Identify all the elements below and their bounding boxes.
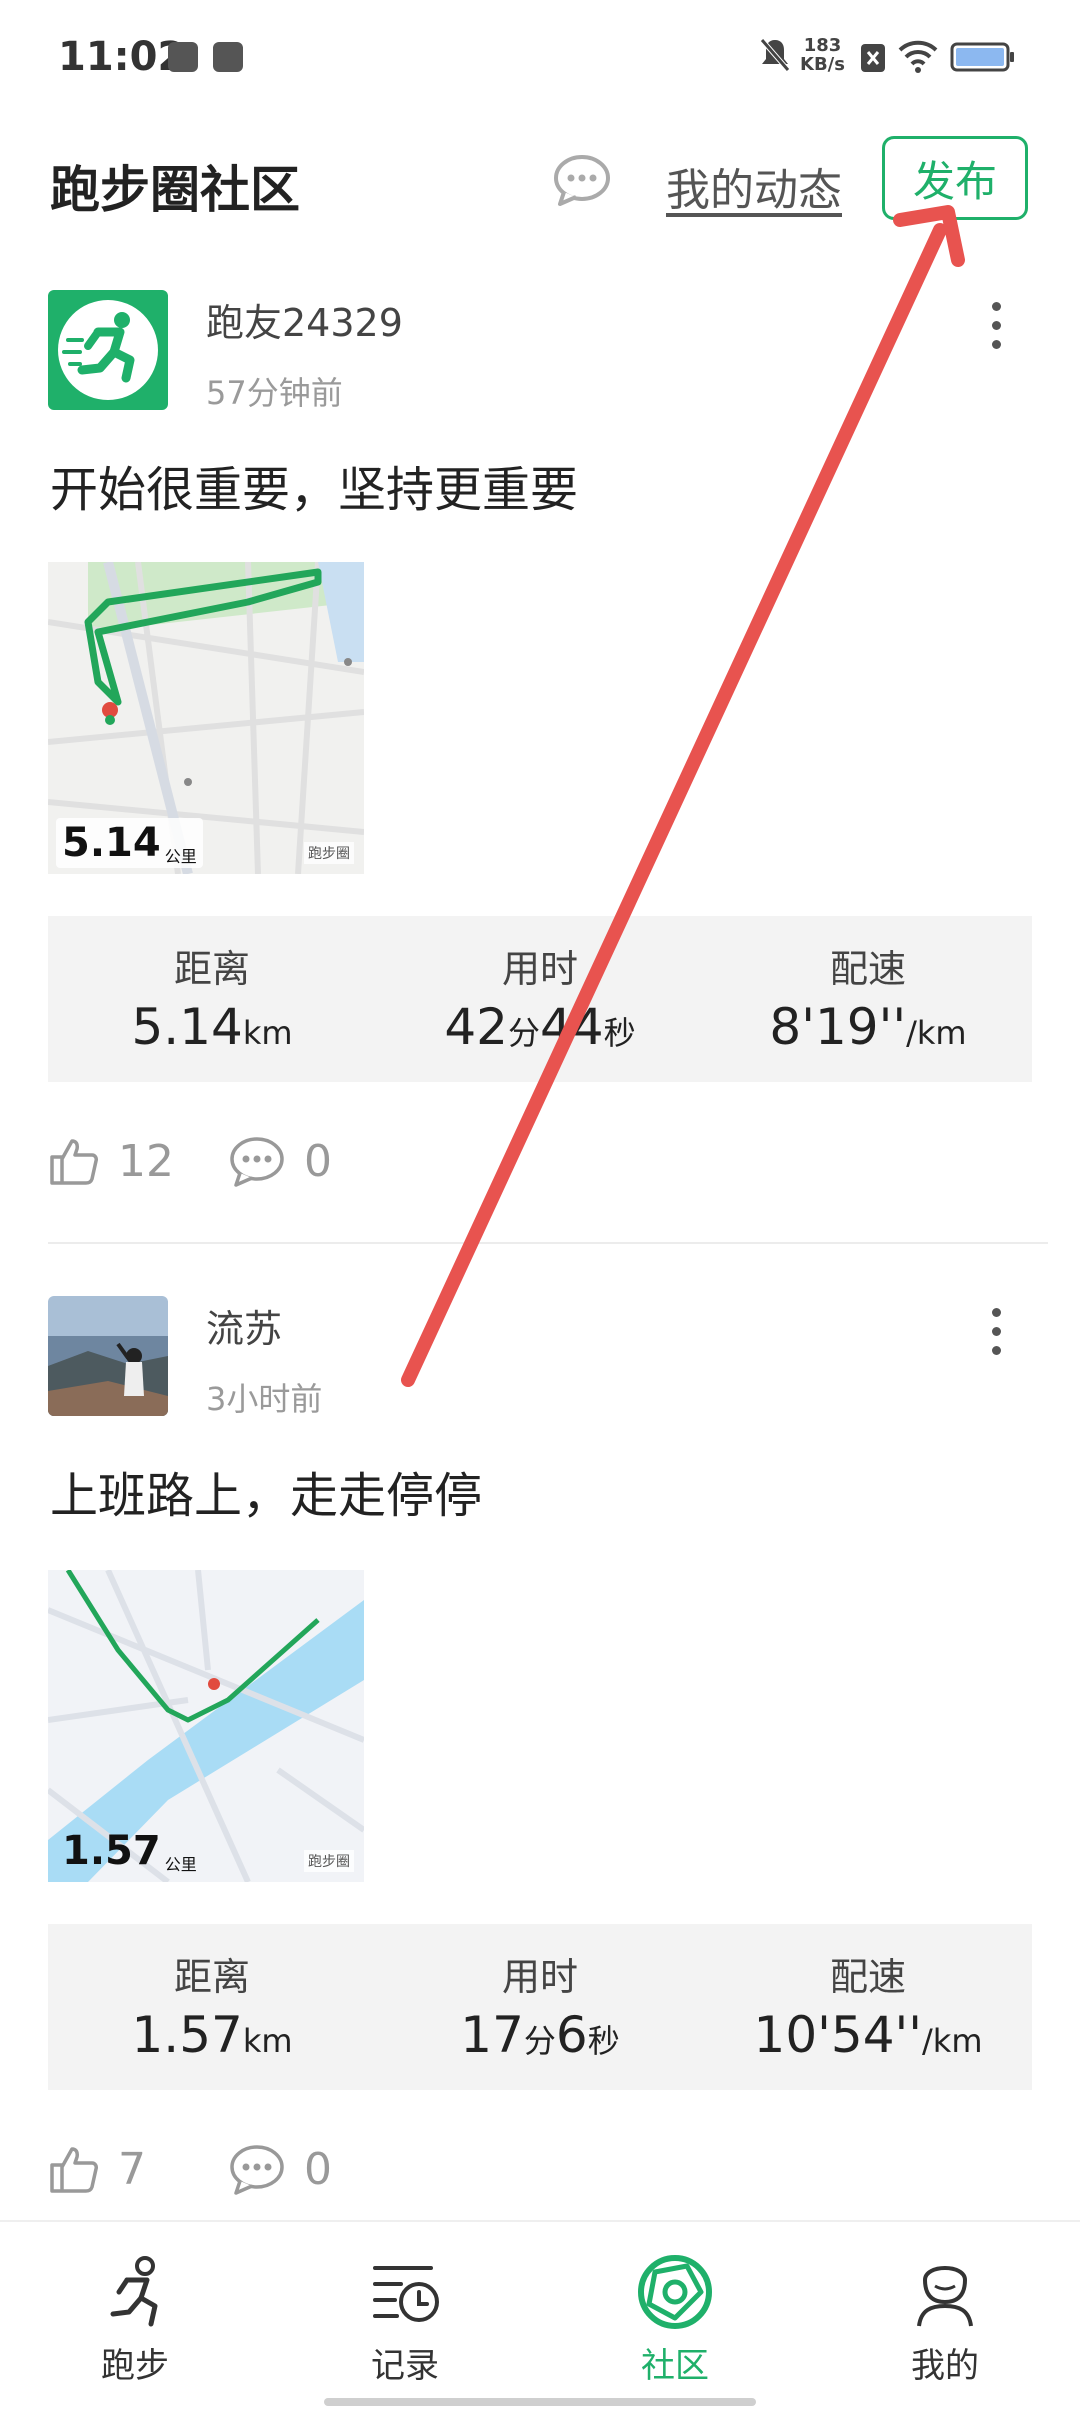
tab-label: 我的 [911, 2346, 979, 2386]
map-distance-badge: 1.57 公里 [56, 1826, 203, 1876]
stat-value: 5.14km [131, 998, 293, 1056]
my-activity-link[interactable]: 我的动态 [666, 154, 842, 218]
stat-duration: 用时 42分44秒 [376, 916, 704, 1082]
like-button[interactable]: 12 [48, 1126, 174, 1196]
app-notification-icon [213, 42, 243, 72]
post-content: 上班路上，走走停停 [50, 1468, 483, 1524]
avatar[interactable] [48, 1296, 168, 1416]
stat-pace: 配速 10'54''/km [704, 1924, 1032, 2090]
network-speed-unit: KB/s [800, 54, 845, 75]
home-indicator [324, 2398, 756, 2406]
sim-none-icon [861, 44, 885, 72]
map-brand: 跑步圈 [304, 1850, 354, 1872]
message-icon[interactable] [552, 152, 612, 208]
map-distance-unit: 公里 [164, 847, 197, 866]
stat-label: 配速 [829, 1955, 906, 1999]
comment-button[interactable]: 0 [228, 1126, 332, 1196]
more-options-icon[interactable] [984, 1308, 1008, 1368]
network-speed-value: 183 [803, 35, 842, 56]
map-distance: 5.14 [62, 820, 161, 866]
community-icon [638, 2255, 712, 2329]
stats-panel: 距离 5.14km 用时 42分44秒 配速 8'19''/km [48, 916, 1032, 1082]
stat-distance: 距离 1.57km [48, 1924, 376, 2090]
route-map[interactable]: 5.14 公里 跑步圈 [48, 562, 364, 874]
post-divider [48, 1242, 1048, 1244]
app-logo-avatar [58, 300, 158, 400]
stat-duration: 用时 17分6秒 [376, 1924, 704, 2090]
status-time: 11:02 [58, 34, 186, 80]
tab-profile[interactable]: 我的 [810, 2252, 1080, 2387]
stat-distance: 距离 5.14km [48, 916, 376, 1082]
comment-button[interactable]: 0 [228, 2134, 332, 2204]
thumbs-up-icon [50, 1139, 98, 1185]
history-icon [373, 2266, 439, 2322]
runner-icon [110, 2256, 158, 2327]
stat-label: 用时 [501, 1955, 578, 1999]
tab-label: 社区 [641, 2346, 709, 2386]
network-speed: 183 KB/s [800, 36, 845, 74]
thumbs-up-icon [50, 2147, 98, 2193]
app-header: 跑步圈社区 我的动态 发布 [0, 120, 1080, 240]
stat-label: 配速 [829, 947, 906, 991]
more-options-icon[interactable] [984, 302, 1008, 362]
wifi-icon [898, 40, 938, 73]
stat-pace: 配速 8'19''/km [704, 916, 1032, 1082]
post-card: 流苏 3小时前 上班路上，走走停停 1.57 公里 跑步圈 距离 1.57km … [0, 1246, 1080, 2216]
username[interactable]: 流苏 [206, 1298, 282, 1353]
stat-value: 1.57km [131, 2006, 293, 2064]
profile-icon [917, 2266, 973, 2327]
map-distance: 1.57 [62, 1828, 161, 1874]
bottom-tab-bar: 跑步 记录 社区 我的 [0, 2220, 1080, 2410]
stat-value: 10'54''/km [753, 2006, 983, 2064]
map-brand: 跑步圈 [304, 842, 354, 864]
map-distance-badge: 5.14 公里 [56, 818, 203, 868]
comment-count: 0 [304, 2143, 332, 2195]
publish-button[interactable]: 发布 [882, 136, 1028, 220]
tab-label: 记录 [371, 2346, 439, 2386]
stat-label: 用时 [501, 947, 578, 991]
tab-community[interactable]: 社区 [540, 2252, 810, 2387]
mute-icon [760, 38, 790, 72]
comment-count: 0 [304, 1135, 332, 1187]
like-count: 12 [118, 1135, 174, 1187]
post-content: 开始很重要，坚持更重要 [50, 462, 579, 518]
stat-label: 距离 [173, 947, 250, 991]
stat-value: 8'19''/km [769, 998, 967, 1056]
avatar[interactable] [48, 290, 168, 410]
post-time: 3小时前 [206, 1380, 323, 1418]
page-title: 跑步圈社区 [50, 161, 300, 219]
like-count: 7 [118, 2143, 146, 2195]
status-bar: 11:02 183 KB/s [0, 0, 1080, 120]
stat-value: 17分6秒 [460, 2006, 620, 2064]
stat-value: 42分44秒 [444, 998, 636, 1056]
route-map[interactable]: 1.57 公里 跑步圈 [48, 1570, 364, 1882]
tab-records[interactable]: 记录 [270, 2252, 540, 2387]
post-time: 57分钟前 [206, 374, 343, 412]
comment-icon [230, 1137, 284, 1187]
battery-icon [950, 42, 1014, 72]
tab-run[interactable]: 跑步 [0, 2252, 270, 2387]
username[interactable]: 跑友24329 [206, 292, 403, 347]
comment-icon [230, 2145, 284, 2195]
map-distance-unit: 公里 [164, 1855, 197, 1874]
stat-label: 距离 [173, 1955, 250, 1999]
mail-notification-icon [168, 42, 198, 72]
tab-label: 跑步 [101, 2346, 169, 2386]
user-photo-avatar [48, 1296, 168, 1416]
post-card: 跑友24329 57分钟前 开始很重要，坚持更重要 5.14 公里 跑步圈 距离… [0, 240, 1080, 1240]
like-button[interactable]: 7 [48, 2134, 146, 2204]
stats-panel: 距离 1.57km 用时 17分6秒 配速 10'54''/km [48, 1924, 1032, 2090]
